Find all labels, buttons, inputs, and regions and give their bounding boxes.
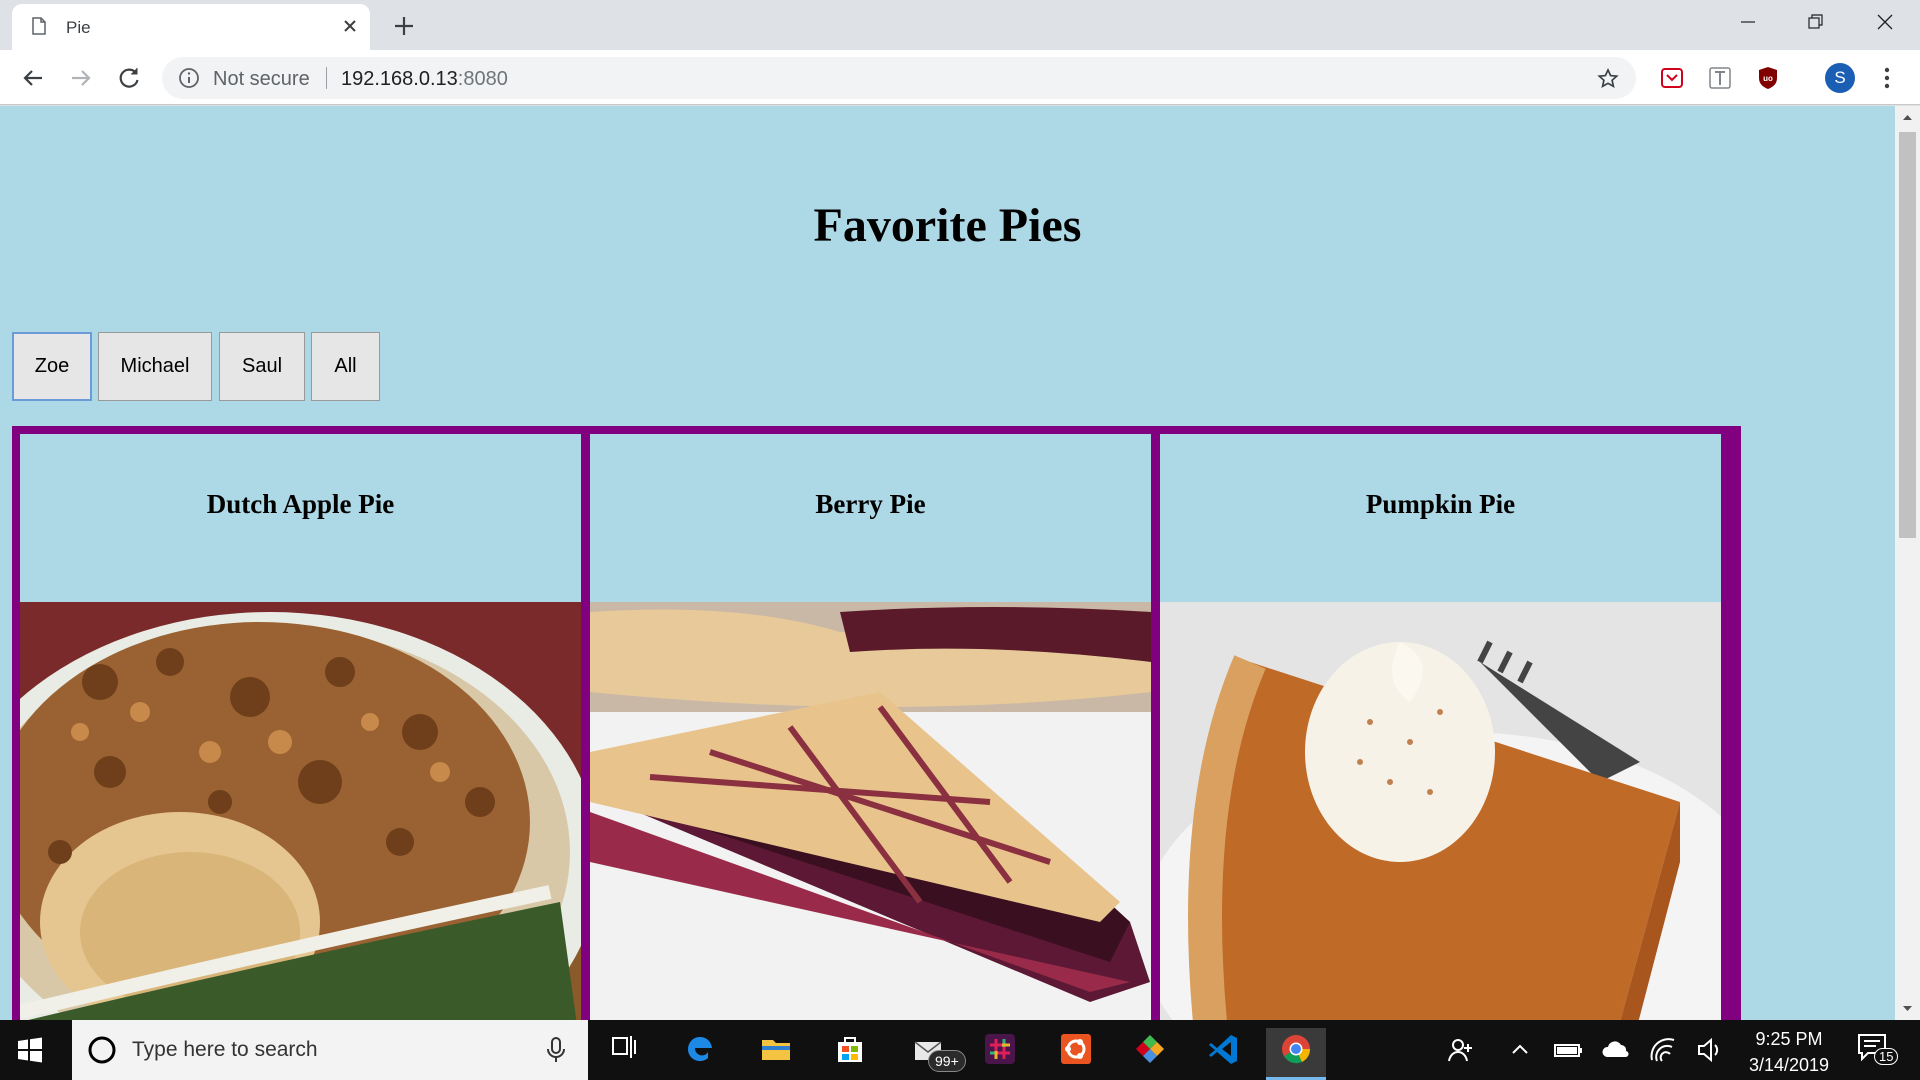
onedrive-cloud-icon[interactable] <box>1600 1034 1632 1066</box>
pocket-extension-icon[interactable] <box>1659 65 1685 91</box>
new-tab-icon[interactable] <box>390 12 418 40</box>
url-host: 192.168.0.13 <box>341 68 458 90</box>
filter-button-all[interactable]: All <box>311 332 380 401</box>
filter-button-zoe[interactable]: Zoe <box>12 332 92 401</box>
git-client-taskbar-button[interactable] <box>1120 1028 1180 1080</box>
page-viewport: Favorite Pies Zoe Michael Saul All Dutch… <box>0 106 1895 1020</box>
address-bar[interactable]: Not secure 192.168.0.13:8080 <box>162 57 1636 99</box>
pumpkin-pie-image <box>1160 602 1721 1020</box>
pie-card: Dutch Apple Pie <box>20 434 581 1020</box>
minimize-icon <box>1741 21 1755 23</box>
slack-taskbar-button[interactable] <box>970 1028 1030 1080</box>
filter-button-saul[interactable]: Saul <box>219 332 305 401</box>
page-icon <box>32 17 46 35</box>
browser-tab[interactable]: Pie <box>12 4 370 50</box>
volume-icon[interactable] <box>1694 1034 1726 1066</box>
clock-time: 9:25 PM <box>1755 1029 1823 1049</box>
clock-date: 3/14/2019 <box>1748 1055 1830 1075</box>
windows-start-icon[interactable] <box>14 1034 46 1066</box>
translate-extension-icon[interactable] <box>1707 65 1733 91</box>
reload-icon[interactable] <box>114 63 144 93</box>
task-view-button[interactable] <box>594 1028 654 1080</box>
restore-button[interactable] <box>1799 8 1833 38</box>
pie-name: Pumpkin Pie <box>1365 489 1516 519</box>
svg-text:uo: uo <box>1763 74 1773 83</box>
scroll-down-arrow-icon[interactable] <box>1895 998 1920 1020</box>
pie-card: Pumpkin Pie <box>1160 434 1721 1020</box>
vscode-taskbar-button[interactable] <box>1194 1028 1254 1080</box>
address-divider <box>326 67 327 89</box>
page-scrollbar[interactable] <box>1895 106 1920 1020</box>
pie-name: Dutch Apple Pie <box>206 489 395 519</box>
restore-icon <box>1808 14 1823 29</box>
browser-toolbar: Not secure 192.168.0.13:8080 uo S <box>0 50 1920 105</box>
mail-taskbar-button[interactable]: 99+ <box>898 1028 966 1080</box>
pie-card: Berry Pie <box>590 434 1151 1020</box>
windows-taskbar: Type here to search 99+ 9:25 PM 3/14/201… <box>0 1020 1920 1080</box>
pie-grid: Dutch Apple Pie Berry Pie Pumpkin Pie <box>12 426 1741 1020</box>
security-label: Not secure <box>213 68 310 90</box>
ublock-shield-icon[interactable]: uo <box>1755 65 1781 91</box>
close-window-button[interactable] <box>1868 8 1902 38</box>
mail-unread-badge: 99+ <box>928 1050 966 1072</box>
taskbar-search-box[interactable]: Type here to search <box>72 1020 588 1080</box>
scrollbar-thumb[interactable] <box>1899 132 1916 538</box>
berry-pie-image <box>590 602 1151 1020</box>
action-center-button[interactable]: 15 <box>1856 1032 1899 1068</box>
wifi-icon[interactable] <box>1648 1034 1680 1066</box>
store-taskbar-button[interactable] <box>820 1028 880 1080</box>
edge-browser-icon <box>687 1036 712 1062</box>
people-icon[interactable] <box>1444 1034 1476 1066</box>
battery-icon[interactable] <box>1552 1034 1584 1066</box>
dutch-apple-pie-image <box>20 602 581 1020</box>
close-icon <box>1877 14 1893 30</box>
url-port: :8080 <box>457 68 508 90</box>
profile-avatar[interactable]: S <box>1825 63 1855 93</box>
chrome-taskbar-button[interactable] <box>1266 1028 1326 1080</box>
microphone-icon[interactable] <box>544 1036 568 1064</box>
back-arrow-icon[interactable] <box>18 63 48 93</box>
cortana-icon <box>88 1036 116 1064</box>
page-title: Favorite Pies <box>813 199 1082 252</box>
info-icon[interactable] <box>178 67 200 89</box>
forward-arrow-icon[interactable] <box>66 63 96 93</box>
task-view-icon <box>612 1036 636 1058</box>
filter-button-michael[interactable]: Michael <box>98 332 212 401</box>
edge-taskbar-button[interactable] <box>670 1028 730 1080</box>
ubuntu-taskbar-button[interactable] <box>1046 1028 1106 1080</box>
tab-title: Pie <box>66 18 91 37</box>
vscode-icon <box>1209 1035 1237 1064</box>
folder-icon <box>762 1040 790 1060</box>
pie-name: Berry Pie <box>815 489 926 519</box>
store-bag-icon <box>838 1037 862 1062</box>
minimize-button[interactable] <box>1731 8 1765 38</box>
url-text: 192.168.0.13:8080 <box>341 68 508 91</box>
slack-icon <box>985 1034 1015 1064</box>
bookmark-star-icon[interactable] <box>1596 67 1620 91</box>
more-menu-icon[interactable] <box>1874 65 1900 91</box>
scroll-up-arrow-icon[interactable] <box>1895 106 1920 128</box>
diamond-app-icon <box>1136 1035 1164 1063</box>
search-placeholder: Type here to search <box>132 1038 318 1061</box>
chrome-icon <box>1282 1035 1311 1064</box>
taskbar-clock[interactable]: 9:25 PM 3/14/2019 <box>1724 1026 1854 1078</box>
close-tab-icon[interactable] <box>338 14 362 38</box>
ubuntu-icon <box>1061 1034 1091 1064</box>
file-explorer-taskbar-button[interactable] <box>746 1028 806 1080</box>
tab-strip: Pie <box>0 0 1920 50</box>
chevron-up-icon[interactable] <box>1504 1034 1536 1066</box>
notification-count-badge: 15 <box>1874 1048 1899 1065</box>
